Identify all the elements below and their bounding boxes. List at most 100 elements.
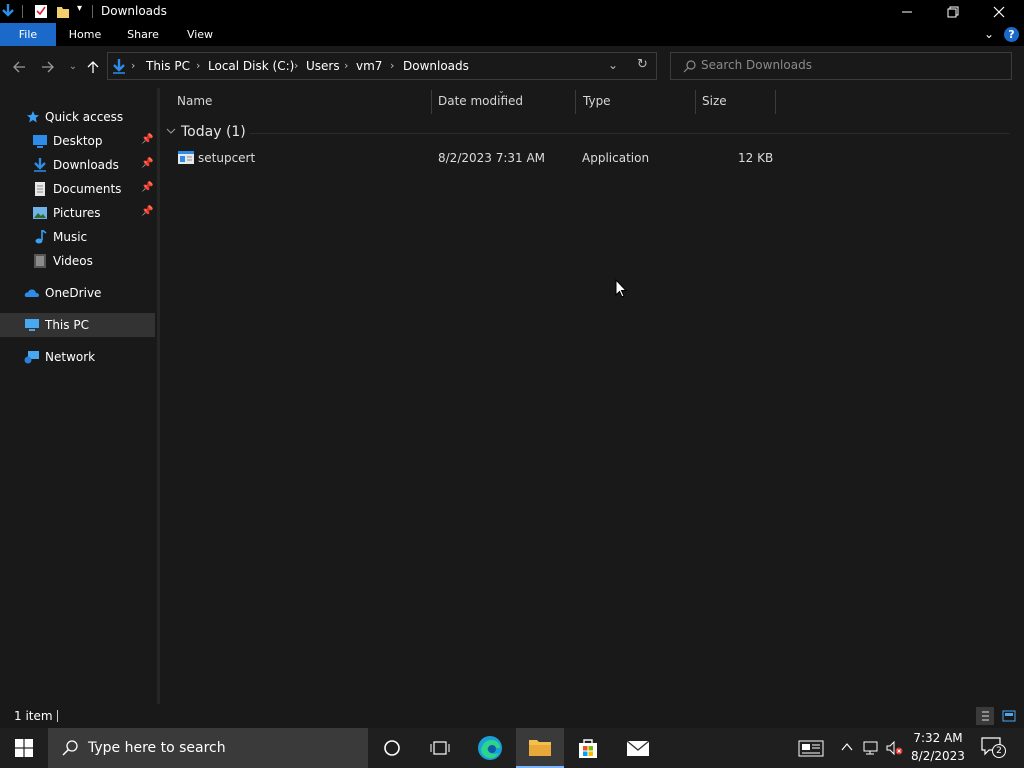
clock-time[interactable]: 7:32 AM xyxy=(908,731,968,745)
column-header-type[interactable]: Type xyxy=(583,94,611,108)
breadcrumb-users[interactable]: Users xyxy=(306,59,340,73)
nav-item-pictures[interactable]: Pictures 📌 xyxy=(0,201,155,225)
nav-item-desktop[interactable]: Desktop 📌 xyxy=(0,129,155,153)
tab-view[interactable]: View xyxy=(178,23,222,46)
help-icon[interactable]: ? xyxy=(1004,27,1019,42)
chevron-up-icon xyxy=(841,743,853,751)
notification-center-button[interactable]: 2 xyxy=(980,736,1006,760)
desktop-icon xyxy=(33,135,47,148)
store-icon xyxy=(579,739,597,758)
cortana-button[interactable] xyxy=(368,728,416,768)
edge-icon xyxy=(478,736,502,760)
nav-item-downloads[interactable]: Downloads 📌 xyxy=(0,153,155,177)
videos-icon xyxy=(34,254,46,268)
breadcrumb-separator[interactable]: › xyxy=(294,59,298,72)
pin-icon[interactable]: 📌 xyxy=(141,182,153,196)
new-folder-icon[interactable] xyxy=(56,3,70,19)
search-box[interactable] xyxy=(670,52,1012,80)
tab-file[interactable]: File xyxy=(0,23,56,46)
column-separator[interactable] xyxy=(431,90,432,114)
address-bar[interactable]: › This PC › Local Disk (C:) › Users › vm… xyxy=(107,52,657,80)
minimize-icon xyxy=(902,11,912,12)
file-explorer-button[interactable] xyxy=(516,728,564,768)
cortana-icon xyxy=(384,740,400,756)
task-view-button[interactable] xyxy=(416,728,464,768)
network-tray-button[interactable] xyxy=(862,740,880,759)
chevron-down-icon[interactable] xyxy=(166,128,176,136)
breadcrumb-separator[interactable]: › xyxy=(344,59,348,72)
qat-divider xyxy=(92,5,93,18)
forward-button[interactable] xyxy=(38,58,58,76)
column-header-name[interactable]: Name xyxy=(177,94,212,108)
nav-network[interactable]: Network xyxy=(0,345,155,369)
edge-button[interactable] xyxy=(466,728,514,768)
breadcrumb-this-pc[interactable]: This PC xyxy=(146,59,190,73)
refresh-icon[interactable]: ↻ xyxy=(637,57,648,72)
pin-icon[interactable]: 📌 xyxy=(141,158,153,172)
close-icon xyxy=(993,6,1005,17)
expand-ribbon-icon[interactable]: ⌄ xyxy=(984,27,994,41)
recent-locations-icon[interactable]: ⌄ xyxy=(63,58,83,76)
large-icons-view-button[interactable] xyxy=(1000,707,1018,725)
breadcrumb-separator[interactable]: › xyxy=(131,59,135,72)
title-bar: ▾ Downloads xyxy=(0,0,1024,23)
breadcrumb-separator[interactable]: › xyxy=(390,59,394,72)
news-widget-button[interactable] xyxy=(798,738,824,761)
nav-item-music[interactable]: Music xyxy=(0,225,155,249)
file-name[interactable]: setupcert xyxy=(198,151,255,165)
downloads-arrow-icon[interactable] xyxy=(1,3,15,19)
nav-item-videos[interactable]: Videos xyxy=(0,249,155,273)
nav-item-documents[interactable]: Documents 📌 xyxy=(0,177,155,201)
up-arrow-icon xyxy=(87,61,99,73)
breadcrumb-downloads[interactable]: Downloads xyxy=(403,59,469,73)
nav-this-pc[interactable]: This PC xyxy=(0,313,155,337)
nav-onedrive[interactable]: OneDrive xyxy=(0,281,155,305)
news-icon xyxy=(798,740,824,757)
nav-label: Music xyxy=(53,230,88,244)
pin-icon[interactable]: 📌 xyxy=(141,134,153,148)
taskbar-search-placeholder[interactable]: Type here to search xyxy=(88,740,226,756)
column-separator[interactable] xyxy=(775,90,776,114)
start-button[interactable] xyxy=(0,728,48,768)
volume-tray-button[interactable] xyxy=(886,740,904,759)
nav-label: OneDrive xyxy=(45,286,102,300)
mail-button[interactable] xyxy=(614,728,662,768)
pictures-icon xyxy=(33,207,47,219)
column-header-size[interactable]: Size xyxy=(702,94,727,108)
address-history-icon[interactable]: ⌄ xyxy=(608,58,618,72)
qat-divider xyxy=(22,5,23,18)
minimize-button[interactable] xyxy=(884,0,930,23)
properties-icon[interactable] xyxy=(34,3,48,19)
pane-splitter[interactable] xyxy=(157,88,160,704)
qat-dropdown-icon[interactable]: ▾ xyxy=(77,3,82,14)
store-button[interactable] xyxy=(564,728,612,768)
downloads-icon xyxy=(34,158,46,172)
search-input[interactable] xyxy=(701,58,1001,72)
restore-button[interactable] xyxy=(930,0,976,23)
file-type: Application xyxy=(582,151,650,165)
back-button[interactable] xyxy=(9,58,29,76)
clock-date[interactable]: 8/2/2023 xyxy=(908,749,968,763)
ribbon-tabs: File Home Share View ⌄ ? xyxy=(0,23,1024,46)
column-separator[interactable] xyxy=(575,90,576,114)
show-hidden-icons-button[interactable] xyxy=(840,740,854,757)
large-icons-view-icon xyxy=(1002,710,1016,722)
up-button[interactable] xyxy=(83,58,103,76)
tab-home[interactable]: Home xyxy=(62,23,108,46)
nav-quick-access[interactable]: Quick access xyxy=(0,105,155,129)
column-header-date-modified[interactable]: Date modified xyxy=(438,94,523,108)
music-icon xyxy=(35,230,47,244)
group-header-today[interactable]: Today (1) xyxy=(181,124,246,140)
column-separator[interactable] xyxy=(695,90,696,114)
nav-label: Pictures xyxy=(53,206,101,220)
pin-icon[interactable]: 📌 xyxy=(141,206,153,220)
breadcrumb-separator[interactable]: › xyxy=(196,59,200,72)
tab-share[interactable]: Share xyxy=(120,23,166,46)
breadcrumb-local-disk[interactable]: Local Disk (C:) xyxy=(208,59,294,73)
details-view-button[interactable] xyxy=(976,707,994,725)
computer-icon xyxy=(25,319,39,331)
close-button[interactable] xyxy=(976,0,1022,23)
breadcrumb-vm7[interactable]: vm7 xyxy=(356,59,382,73)
nav-label: This PC xyxy=(45,318,89,332)
details-view-icon xyxy=(982,711,989,721)
